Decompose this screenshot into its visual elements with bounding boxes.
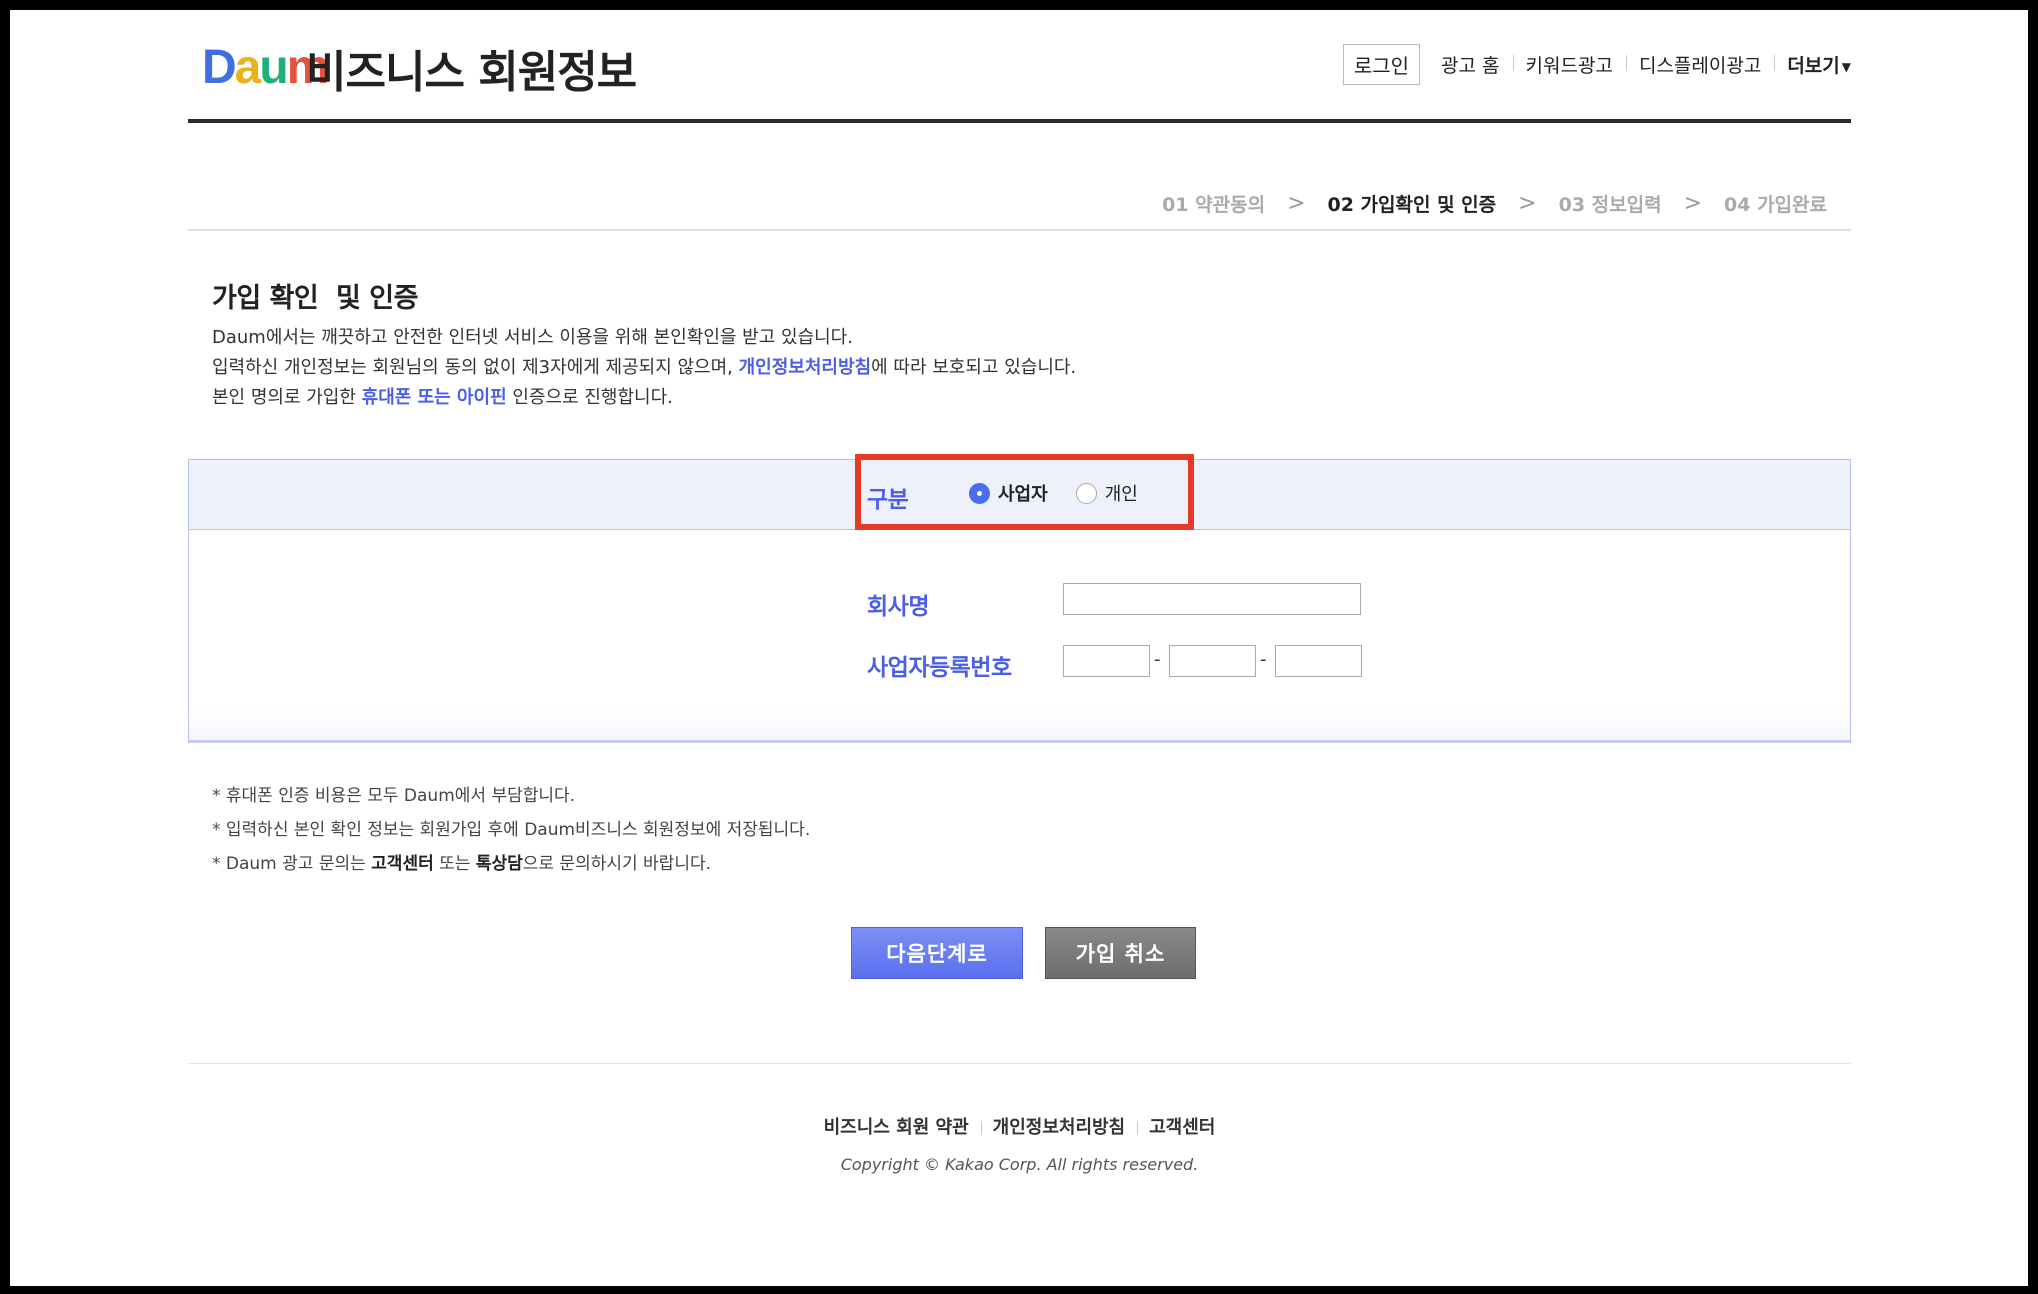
footer-privacy-link[interactable]: 개인정보처리방침	[981, 1117, 1137, 1138]
description: Daum에서는 깨끗하고 안전한 인터넷 서비스 이용을 위해 본인확인을 받고…	[212, 323, 1076, 413]
step-info: 03 정보입력	[1558, 194, 1662, 216]
step-complete: 04 가입완료	[1724, 194, 1827, 216]
note-3-mid: 또는	[433, 854, 476, 874]
business-number-input-1[interactable]	[1063, 645, 1150, 677]
cancel-signup-button[interactable]: 가입 취소	[1045, 927, 1196, 979]
top-nav: 로그인 광고 홈 키워드광고 디스플레이광고 더보기 ▼	[1342, 44, 1851, 85]
logo-letter-a: a	[234, 41, 262, 94]
nav-more-label: 더보기	[1787, 55, 1840, 77]
desc-line-2: 입력하신 개인정보는 회원님의 동의 없이 제3자에게 제공되지 않으며, 개인…	[212, 353, 1076, 383]
desc-line-2-a: 입력하신 개인정보는 회원님의 동의 없이 제3자에게 제공되지 않으며,	[212, 357, 739, 378]
desc-line-2-b: 에 따라 보호되고 있습니다.	[871, 357, 1077, 378]
nav-ad-home[interactable]: 광고 홈	[1428, 51, 1512, 78]
desc-line-3: 본인 명의로 가입한 휴대폰 또는 아이핀 인증으로 진행합니다.	[212, 383, 1076, 413]
logo-letter-u: u	[259, 41, 288, 94]
page: D a u m 비즈니스 회원정보 로그인 광고 홈 키워드광고 디스플레이광고…	[10, 10, 2028, 1286]
chevron-right-icon: >	[1287, 191, 1306, 216]
header-divider	[188, 119, 1851, 123]
note-2: * 입력하신 본인 확인 정보는 회원가입 후에 Daum비즈니스 회원정보에 …	[212, 820, 811, 840]
desc-line-1: Daum에서는 깨끗하고 안전한 인터넷 서비스 이용을 위해 본인확인을 받고…	[212, 327, 853, 348]
highlight-box	[855, 454, 1194, 530]
notes: * 휴대폰 인증 비용은 모두 Daum에서 부담합니다. * 입력하신 본인 …	[212, 779, 810, 881]
note-3: * Daum 광고 문의는 고객센터 또는 톡상담으로 문의하시기 바랍니다.	[212, 847, 810, 881]
logo-letter-d: D	[202, 41, 237, 94]
company-name-input[interactable]	[1063, 583, 1361, 615]
copyright: Copyright © Kakao Corp. All rights reser…	[840, 1155, 1199, 1174]
note-1: * 휴대폰 인증 비용은 모두 Daum에서 부담합니다.	[212, 786, 576, 806]
note-3-a: * Daum 광고 문의는	[212, 854, 372, 874]
chevron-right-icon: >	[1518, 191, 1537, 216]
business-number-label: 사업자등록번호	[867, 655, 1012, 681]
verification-form: 구분 사업자 개인 회사명 사업자등록번호 - -	[188, 454, 1851, 743]
phone-ipin-link[interactable]: 휴대폰 또는 아이핀	[362, 387, 507, 408]
footer-support-link[interactable]: 고객센터	[1137, 1117, 1227, 1138]
step-verify: 02 가입확인 및 인증	[1327, 194, 1497, 216]
business-number-dash: -	[1154, 649, 1161, 670]
customer-center-text: 고객센터	[371, 854, 434, 874]
privacy-policy-link[interactable]: 개인정보처리방침	[739, 357, 871, 378]
business-number-input-3[interactable]	[1275, 645, 1362, 677]
login-button[interactable]: 로그인	[1342, 44, 1421, 85]
company-name-label: 회사명	[867, 594, 929, 620]
content-wrapper: D a u m 비즈니스 회원정보 로그인 광고 홈 키워드광고 디스플레이광고…	[188, 10, 1851, 1286]
signup-steps: 01 약관동의 > 02 가입확인 및 인증 > 03 정보입력 > 04 가입…	[1162, 190, 1827, 217]
business-number-input-2[interactable]	[1169, 645, 1256, 677]
step-terms: 01 약관동의	[1162, 194, 1266, 216]
form-bottom-band	[189, 708, 1850, 740]
business-number-dash: -	[1260, 649, 1267, 670]
footer-terms-link[interactable]: 비즈니스 회원 약관	[812, 1117, 981, 1138]
page-heading: 가입 확인 및 인증	[212, 283, 418, 314]
nav-more[interactable]: 더보기 ▼	[1774, 51, 1851, 78]
steps-divider	[188, 229, 1851, 231]
desc-line-3-a: 본인 명의로 가입한	[212, 387, 362, 408]
nav-keyword-ad[interactable]: 키워드광고	[1512, 51, 1626, 78]
footer-divider	[188, 1063, 1851, 1064]
desc-line-3-b: 인증으로 진행합니다.	[506, 387, 673, 408]
nav-display-ad[interactable]: 디스플레이광고	[1625, 51, 1774, 78]
note-3-c: 으로 문의하시기 바랍니다.	[522, 854, 712, 874]
chevron-right-icon: >	[1683, 191, 1703, 216]
caret-down-icon: ▼	[1841, 59, 1851, 74]
talk-consult-text: 톡상담	[475, 854, 523, 874]
site-title: 비즈니스 회원정보	[306, 47, 637, 98]
footer-links: 비즈니스 회원 약관 개인정보처리방침 고객센터	[188, 1113, 1851, 1139]
next-step-button[interactable]: 다음단계로	[851, 927, 1023, 979]
